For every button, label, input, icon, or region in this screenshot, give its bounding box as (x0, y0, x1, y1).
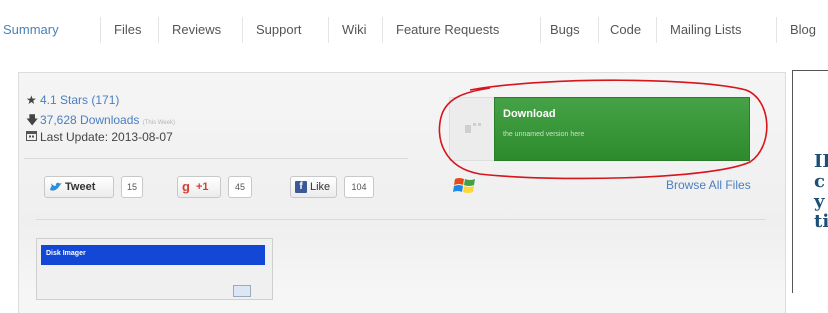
downloads-note: (This Week) (142, 120, 175, 126)
like-label: Like (310, 181, 331, 193)
downloads-row: 🡇 37,628 Downloads (This Week) (26, 111, 175, 132)
tweet-button[interactable]: Tweet (44, 176, 114, 198)
rating-link[interactable]: 4.1 Stars (171) (40, 93, 119, 107)
download-arrow-icon: 🡇 (26, 113, 39, 127)
side-ad-text-3: y (814, 191, 825, 212)
google-plus-icon: g (182, 179, 190, 194)
last-update-row: Last Update: 2013-08-07 (26, 130, 173, 144)
tab-mailing-lists[interactable]: Mailing Lists (670, 22, 742, 37)
tweet-count: 15 (121, 176, 143, 198)
downloads-link[interactable]: 37,628 Downloads (40, 113, 139, 127)
thumbnail-titlebar: Disk Imager (41, 245, 265, 265)
tab-summary[interactable]: Summary (3, 22, 59, 37)
facebook-icon: f (295, 181, 307, 193)
like-button[interactable]: f Like (290, 176, 337, 198)
tab-divider (598, 17, 599, 43)
tab-divider (540, 17, 541, 43)
like-count: 104 (344, 176, 374, 198)
stats-divider (24, 158, 408, 159)
last-update-text: Last Update: 2013-08-07 (40, 130, 173, 144)
side-ad-text-1: II (814, 151, 828, 172)
tab-divider (382, 17, 383, 43)
tab-code[interactable]: Code (610, 22, 641, 37)
tab-wiki[interactable]: Wiki (342, 22, 367, 37)
tab-divider (242, 17, 243, 43)
tab-divider (328, 17, 329, 43)
calendar-icon (26, 130, 40, 144)
side-ad-text-2: c (814, 171, 825, 192)
panel-divider (36, 219, 766, 220)
rating-row: ★ 4.1 Stars (171) (26, 93, 119, 107)
tab-files[interactable]: Files (114, 22, 141, 37)
thumbnail-folder-icon (233, 285, 251, 297)
star-icon: ★ (26, 93, 37, 107)
project-tabs: Summary Files Reviews Support Wiki Featu… (0, 0, 828, 58)
thumbnail-title: Disk Imager (46, 250, 86, 257)
tab-reviews[interactable]: Reviews (172, 22, 221, 37)
tab-divider (776, 17, 777, 43)
tab-feature-requests[interactable]: Feature Requests (396, 22, 499, 37)
tab-blog[interactable]: Blog (790, 22, 816, 37)
highlight-circle (438, 79, 768, 180)
twitter-bird-icon (50, 182, 62, 191)
screenshot-thumbnail[interactable]: Disk Imager (36, 238, 273, 300)
gplus-button[interactable]: g +1 (177, 176, 221, 198)
side-ad-panel: II c y ti (792, 70, 828, 293)
browse-all-files-link[interactable]: Browse All Files (666, 178, 751, 192)
tab-bugs[interactable]: Bugs (550, 22, 580, 37)
gplus-label: +1 (196, 181, 209, 193)
tab-divider (158, 17, 159, 43)
tweet-label: Tweet (65, 181, 96, 193)
gplus-count: 45 (228, 176, 252, 198)
tab-divider (656, 17, 657, 43)
tab-divider (100, 17, 101, 43)
side-ad-text-4: ti (814, 211, 828, 232)
tab-support[interactable]: Support (256, 22, 302, 37)
